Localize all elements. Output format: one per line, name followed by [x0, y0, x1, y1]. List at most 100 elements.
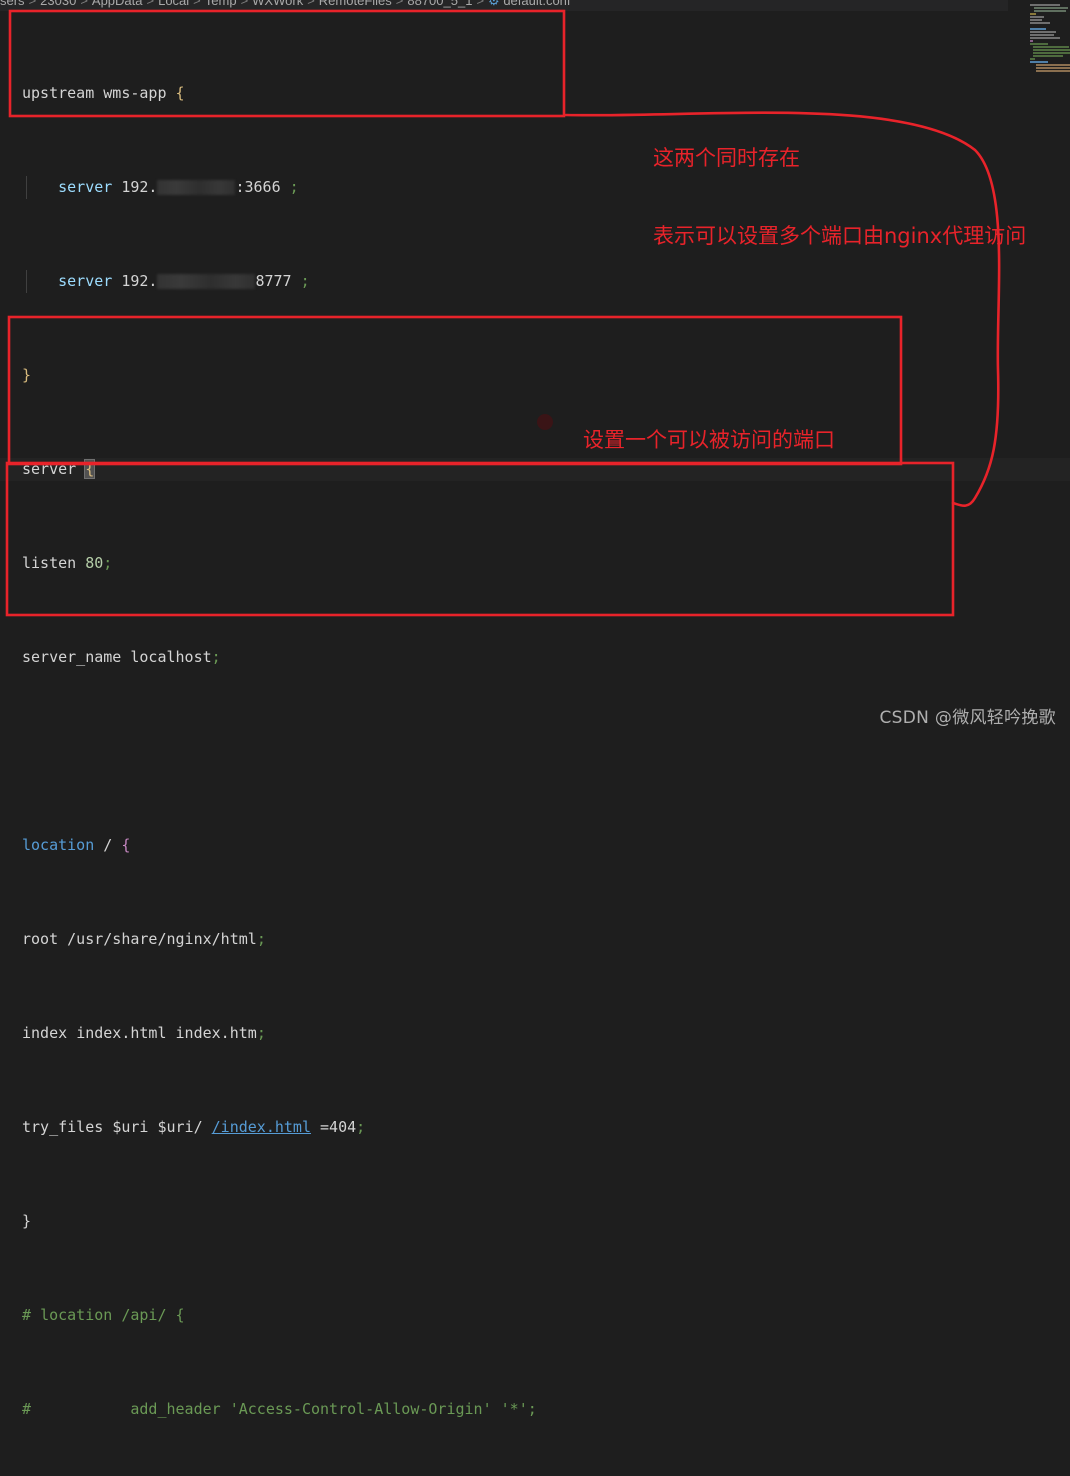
token-port-80: 80 — [85, 553, 104, 572]
token-location: location — [22, 835, 95, 854]
token-localhost: localhost — [130, 647, 212, 666]
breadcrumb[interactable]: sers >23030 > AppData > Local > Temp > WXWork > Rem… — [0, 0, 1070, 11]
token-eq404: =404 — [320, 1117, 357, 1136]
minimap-row — [1030, 22, 1050, 24]
minimap-row — [1033, 49, 1070, 51]
code-line[interactable]: try_files $uri $uri/ /index.html =404; — [0, 1116, 1070, 1140]
token-slash: / — [103, 835, 113, 854]
breadcrumb-crumb-6[interactable]: RemoteFiles — [319, 0, 392, 8]
token-server-name: server_name — [22, 647, 122, 666]
breadcrumb-separator: > — [80, 0, 88, 8]
token-semicolon: ; — [356, 1117, 366, 1136]
token-port: :3666 — [235, 177, 281, 196]
minimap-row — [1030, 34, 1054, 36]
code-line[interactable]: } — [0, 1210, 1070, 1234]
minimap-row — [1030, 40, 1033, 42]
gear-icon: ⚙ — [488, 0, 500, 8]
annotation-note-upstream: 这两个同时存在 表示可以设置多个端口由nginx代理访问 — [653, 93, 1026, 275]
redacted-ip-block — [157, 179, 236, 195]
code-line[interactable]: } — [0, 364, 1070, 388]
minimap-row — [1036, 64, 1070, 66]
breadcrumb-crumb-5[interactable]: WXWork — [252, 0, 303, 8]
token-index: index — [22, 1023, 68, 1042]
token-brace: } — [22, 1211, 32, 1230]
token-ip-prefix: 192. — [121, 271, 158, 290]
minimap-row — [1030, 16, 1044, 18]
minimap-row — [1030, 61, 1048, 63]
token-server: server — [58, 177, 113, 196]
code-minimap[interactable] — [1008, 0, 1070, 72]
minimap-row — [1030, 31, 1056, 33]
minimap-row — [1030, 28, 1046, 30]
token-semicolon: ; — [289, 177, 299, 196]
code-line-comment[interactable]: # add_header 'Access-Control-Allow-Origi… — [0, 1398, 1070, 1422]
breadcrumb-separator: > — [476, 0, 485, 8]
minimap-row — [1030, 37, 1060, 39]
token-root: root — [22, 929, 59, 948]
breadcrumb-separator: > — [146, 0, 155, 8]
minimap-row — [1033, 52, 1070, 54]
minimap-row — [1036, 67, 1070, 69]
token-upstream: upstream — [22, 83, 95, 102]
minimap-row — [1030, 58, 1035, 60]
minimap-row — [1030, 25, 1032, 27]
token-server-block: server — [22, 459, 77, 478]
token-semicolon: ; — [300, 271, 310, 290]
breadcrumb-crumb-0[interactable]: sers — [0, 0, 25, 8]
token-brace: } — [22, 365, 32, 384]
minimap-row — [1030, 13, 1036, 15]
token-server: server — [58, 271, 113, 290]
token-listen: listen — [22, 553, 77, 572]
token-semicolon: ; — [103, 553, 113, 572]
token-brace: { — [175, 83, 185, 102]
breadcrumb-crumb-4[interactable]: Temp — [205, 0, 237, 8]
breadcrumb-separator: > — [240, 0, 249, 8]
token-hash: # — [22, 1399, 32, 1418]
token-hash: # — [22, 1305, 32, 1324]
token-semicolon: ; — [256, 1023, 266, 1042]
breadcrumb-separator: > — [395, 0, 404, 8]
code-line[interactable]: listen 80; — [0, 552, 1070, 576]
token-try-files: try_files — [22, 1117, 104, 1136]
code-line[interactable]: server_name localhost; — [0, 646, 1070, 670]
code-line[interactable]: index index.html index.htm; — [0, 1022, 1070, 1046]
code-line-blank[interactable] — [0, 740, 1070, 764]
token-brace: { — [175, 1305, 185, 1324]
token-upstream-name: wms-app — [103, 83, 167, 102]
token-port: 8777 — [255, 271, 292, 290]
code-line[interactable]: location / { — [0, 834, 1070, 858]
minimap-row — [1030, 19, 1042, 21]
breadcrumb-crumb-7[interactable]: 88700_5_1 — [407, 0, 472, 8]
token-semicolon: ; — [527, 1399, 537, 1418]
token-ip-prefix: 192. — [121, 177, 158, 196]
token-index-files: index.html index.htm — [76, 1023, 257, 1042]
breadcrumb-crumb-2[interactable]: AppData — [92, 0, 143, 8]
token-index-html-link[interactable]: /index.html — [212, 1118, 311, 1136]
minimap-row — [1033, 46, 1069, 48]
code-line-active[interactable]: server { — [0, 457, 1070, 481]
minimap-row — [1036, 70, 1070, 72]
token-star: '*' — [500, 1399, 528, 1418]
annotation-note-upstream-line2: 表示可以设置多个端口由nginx代理访问 — [653, 224, 1027, 248]
code-line[interactable]: root /usr/share/nginx/html; — [0, 928, 1070, 952]
watermark: CSDN @微风轻吟挽歌 — [879, 708, 1056, 728]
minimap-row — [1030, 4, 1060, 6]
token-semicolon: ; — [256, 929, 266, 948]
token-brace-cursor: { — [84, 458, 96, 479]
breadcrumb-crumb-1[interactable]: 23030 — [40, 0, 76, 8]
annotation-note-upstream-line1: 这两个同时存在 — [653, 146, 800, 170]
token-add-header: add_header — [130, 1399, 221, 1418]
breadcrumb-separator: > — [28, 0, 37, 8]
minimap-row — [1034, 10, 1066, 12]
code-line-comment[interactable]: # location /api/ { — [0, 1304, 1070, 1328]
token-api-path: /api/ — [121, 1305, 167, 1324]
redacted-ip-block — [157, 273, 256, 289]
breadcrumb-crumb-3[interactable]: Local — [158, 0, 189, 8]
minimap-row — [1030, 43, 1048, 45]
breadcrumb-file-name[interactable]: default.conf — [503, 0, 570, 8]
token-semicolon: ; — [211, 647, 221, 666]
token-root-path: /usr/share/nginx/html — [67, 929, 257, 948]
annotation-note-port: 设置一个可以被访问的端口 — [583, 428, 835, 452]
minimap-row — [1033, 55, 1063, 57]
token-brace: { — [121, 835, 131, 854]
